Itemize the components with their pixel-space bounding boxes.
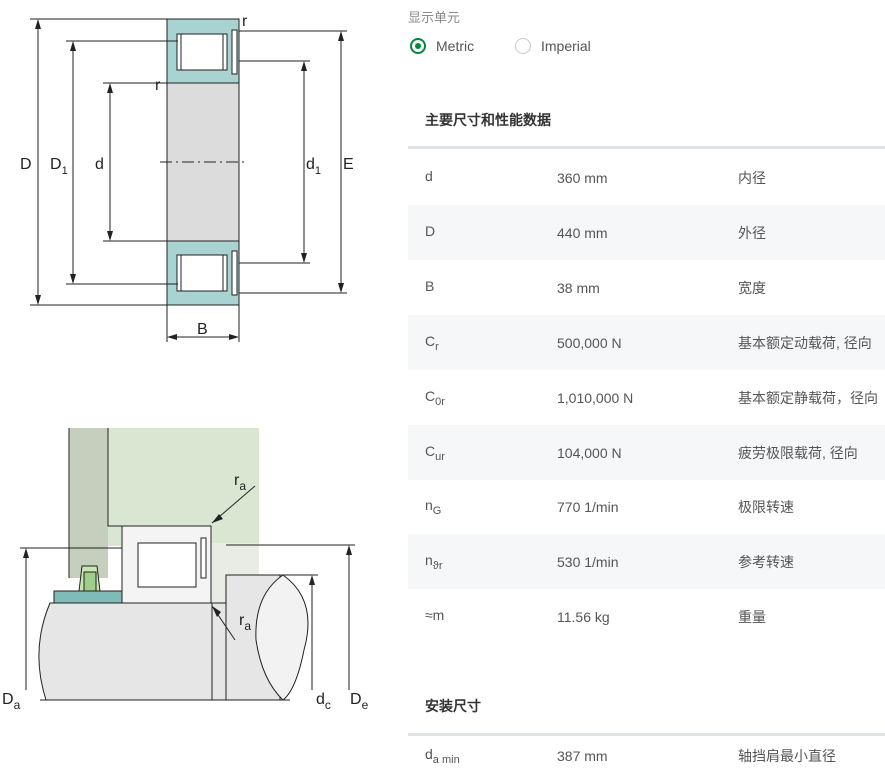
label-r-mid: r bbox=[155, 77, 161, 94]
row-description: 轴挡肩最小直径 bbox=[738, 748, 836, 764]
row-value: 1,010,000 N bbox=[557, 389, 634, 406]
table-row: C0r 1,010,000 N 基本额定静载荷，径向 bbox=[408, 370, 885, 425]
row-description: 参考转速 bbox=[738, 553, 794, 570]
row-description: 重量 bbox=[738, 608, 766, 625]
row-symbol: Cur bbox=[425, 442, 445, 463]
label-D1: D1 bbox=[50, 156, 68, 177]
metric-label: Metric bbox=[436, 38, 475, 54]
radio-selected-icon bbox=[410, 38, 426, 54]
table-row: d 360 mm 内径 bbox=[408, 150, 885, 205]
table-row: B 38 mm 宽度 bbox=[408, 260, 885, 315]
table-row: Cur 104,000 N 疲劳极限载荷, 径向 bbox=[408, 425, 885, 480]
row-symbol: nϑr bbox=[425, 551, 443, 572]
mount-section-title: 安装尺寸 bbox=[425, 698, 481, 714]
row-symbol: ≈m bbox=[425, 606, 445, 623]
table-row: ≈m 11.56 kg 重量 bbox=[408, 589, 885, 644]
label-d1: d1 bbox=[306, 156, 321, 177]
label-B: B bbox=[197, 321, 208, 338]
bearing-drawing: r r D D1 d d1 E B ra ra Da dc De bbox=[2, 13, 369, 712]
row-value: 11.56 kg bbox=[557, 608, 610, 625]
row-symbol: d bbox=[425, 167, 433, 184]
radio-unselected-icon bbox=[515, 38, 531, 54]
label-D: D bbox=[20, 156, 32, 173]
row-value: 440 mm bbox=[557, 224, 608, 241]
row-value: 38 mm bbox=[557, 279, 600, 296]
row-description: 外径 bbox=[738, 224, 766, 241]
bearing-cross-section bbox=[30, 18, 347, 342]
table-row: nG 770 1/min 极限转速 bbox=[408, 479, 885, 534]
table-row: D 440 mm 外径 bbox=[408, 205, 885, 260]
label-dc: dc bbox=[316, 691, 331, 712]
row-description: 疲劳极限载荷, 径向 bbox=[738, 444, 858, 461]
row-symbol: Cr bbox=[425, 332, 439, 353]
row-value: 500,000 N bbox=[557, 334, 622, 351]
table-row: da min 387 mm 轴挡肩最小直径 bbox=[408, 736, 885, 776]
main-section-title: 主要尺寸和性能数据 bbox=[425, 112, 551, 128]
row-symbol: B bbox=[425, 277, 435, 294]
imperial-radio[interactable]: Imperial bbox=[515, 38, 591, 54]
label-De: De bbox=[350, 691, 369, 712]
label-d: d bbox=[95, 156, 104, 173]
row-description: 基本额定动载荷, 径向 bbox=[738, 334, 872, 351]
label-Da: Da bbox=[2, 691, 21, 712]
units-label: 显示单元 bbox=[408, 10, 461, 25]
label-r-top: r bbox=[242, 13, 248, 30]
row-value: 360 mm bbox=[557, 169, 608, 186]
main-section-divider bbox=[408, 146, 885, 149]
metric-radio[interactable]: Metric bbox=[410, 38, 474, 54]
row-value: 530 1/min bbox=[557, 553, 619, 570]
row-symbol: nG bbox=[425, 496, 442, 517]
row-value: 104,000 N bbox=[557, 444, 622, 461]
table-row: nϑr 530 1/min 参考转速 bbox=[408, 534, 885, 589]
row-description: 宽度 bbox=[738, 279, 766, 296]
row-symbol: C0r bbox=[425, 387, 445, 408]
table-row: Cr 500,000 N 基本额定动载荷, 径向 bbox=[408, 315, 885, 370]
mounting-drawing bbox=[20, 428, 355, 701]
row-symbol: da min bbox=[425, 746, 460, 766]
label-E: E bbox=[343, 156, 354, 173]
row-value: 770 1/min bbox=[557, 498, 619, 515]
row-description: 基本额定静载荷，径向 bbox=[738, 389, 878, 406]
row-symbol: D bbox=[425, 222, 436, 239]
imperial-label: Imperial bbox=[541, 38, 591, 54]
row-description: 内径 bbox=[738, 169, 766, 186]
row-description: 极限转速 bbox=[738, 498, 794, 515]
row-value: 387 mm bbox=[557, 748, 608, 764]
